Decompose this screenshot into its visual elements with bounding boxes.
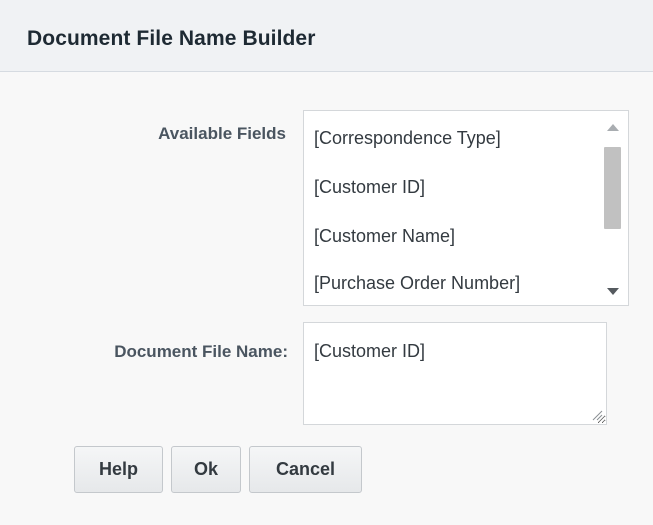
scroll-down-arrow-icon[interactable] bbox=[597, 275, 628, 305]
help-button[interactable]: Help bbox=[74, 446, 163, 493]
dialog-title: Document File Name Builder bbox=[27, 27, 316, 50]
dialog-title-bar: Document File Name Builder bbox=[0, 0, 653, 72]
list-item-purchase-order-number[interactable]: [Purchase Order Number] bbox=[314, 273, 520, 294]
scrollbar-thumb[interactable] bbox=[604, 147, 621, 229]
available-fields-list: [Correspondence Type] [Customer ID] [Cus… bbox=[304, 111, 594, 305]
available-fields-listbox[interactable]: [Correspondence Type] [Customer ID] [Cus… bbox=[303, 110, 629, 306]
scroll-up-arrow-icon[interactable] bbox=[597, 111, 628, 141]
document-file-name-field[interactable] bbox=[303, 322, 607, 425]
listbox-scrollbar[interactable] bbox=[597, 111, 628, 305]
ok-button[interactable]: Ok bbox=[171, 446, 241, 493]
document-file-name-label: Document File Name: bbox=[114, 342, 288, 361]
available-fields-label: Available Fields bbox=[158, 124, 286, 143]
file-name-builder-dialog: Document File Name Builder Available Fie… bbox=[0, 0, 653, 525]
cancel-button[interactable]: Cancel bbox=[249, 446, 362, 493]
list-item-correspondence-type[interactable]: [Correspondence Type] bbox=[314, 128, 501, 149]
list-item-customer-id[interactable]: [Customer ID] bbox=[314, 177, 425, 198]
list-item-customer-name[interactable]: [Customer Name] bbox=[314, 226, 455, 247]
